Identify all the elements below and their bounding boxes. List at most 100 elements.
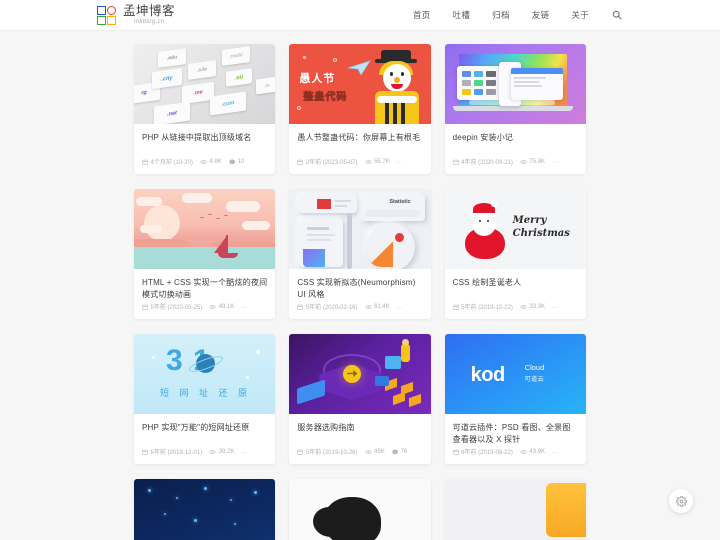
nav-about[interactable]: 关于	[571, 9, 589, 21]
search-icon[interactable]	[611, 9, 623, 21]
boat-sail	[214, 237, 226, 253]
post-card[interactable]: Statistic CSS 实现新拟态(Neumorphism) UI 风格 5…	[289, 189, 431, 319]
logo-circle-red-icon	[107, 5, 116, 15]
calendar-icon	[452, 303, 459, 310]
gear-icon	[675, 495, 687, 507]
post-comments-text: 76	[400, 448, 408, 455]
four-square-grid-logo-icon	[97, 5, 116, 25]
paper-plane-icon	[348, 60, 372, 76]
post-title[interactable]: deepin 安装小记	[453, 132, 578, 157]
post-card[interactable]: kod Cloud 可道云 可道云插件：PSD 看图、全景图查看器以及 X 探针…	[444, 334, 586, 464]
post-meta: 4个月前 (10-20) 4.8K 10	[134, 157, 275, 174]
post-card[interactable]: 愚人节 整蛊代码 愚人节整蛊代码：你屏幕上有根毛 2年前 (2023-05-07…	[289, 44, 431, 174]
post-date-text: 5年前 (2019-10-26)	[305, 450, 358, 456]
neu-divider	[347, 213, 353, 269]
post-title[interactable]: PHP 实现"万能"的短网址还原	[142, 422, 267, 447]
post-meta: 5年前 (2020-05-25) 49.1K …	[134, 302, 275, 319]
boat-mast	[226, 235, 228, 253]
post-meta-ellipsis: …	[241, 303, 248, 310]
nav-comments[interactable]: 吐槽	[453, 9, 471, 21]
post-thumbnail-deepin-laptop	[444, 44, 586, 124]
post-meta-ellipsis: …	[552, 158, 559, 165]
post-thumbnail-merry-christmas-santa: Merry Christmas	[444, 189, 586, 269]
post-card[interactable]: 3 1 短 网 址 还 原 PHP 实现"万能"的短网址还原 5年前 (2019…	[134, 334, 276, 464]
post-date-text: 5年前 (2019-12-22)	[461, 305, 513, 311]
post-views-text: 49.1K	[218, 303, 235, 310]
post-views-text: 39.2K	[218, 448, 235, 455]
post-title[interactable]: 服务器选购指南	[297, 422, 422, 447]
calendar-icon	[142, 158, 148, 165]
eye-icon	[364, 449, 372, 454]
post-title[interactable]: 愚人节整蛊代码：你屏幕上有根毛	[297, 132, 422, 157]
post-meta: 5年前 (2019-12-01) 39.2K …	[134, 447, 275, 464]
bird-1	[200, 217, 204, 219]
post-views-text: 33.3K	[529, 303, 546, 310]
eye-icon	[209, 449, 217, 454]
neu-left-card	[299, 219, 344, 267]
post-date: 5年前 (2019-12-22)	[452, 302, 513, 311]
post-date-text: 4个月前 (10-20)	[150, 160, 193, 166]
post-card[interactable]: HTML + CSS 实现一个酷炫的夜间模式切换动画 5年前 (2020-05-…	[134, 189, 276, 319]
post-card-body: 愚人节整蛊代码：你屏幕上有根毛	[289, 124, 430, 157]
calendar-icon	[297, 448, 304, 455]
sparkle-2	[256, 350, 260, 354]
post-title[interactable]: PHP 从链接中提取出顶级域名	[142, 132, 267, 157]
post-thumbnail-dark-blob	[289, 479, 431, 540]
cloud-1	[136, 197, 162, 206]
nav-home[interactable]: 首页	[413, 9, 431, 21]
post-thumbnail-orange-shape	[444, 479, 586, 540]
post-thumbnail-301-short-url: 3 1 短 网 址 还 原	[134, 334, 276, 414]
neu-top-card	[299, 195, 358, 213]
merry-line1: Merry	[512, 215, 547, 226]
post-date: 5年前 (2020-02-16)	[297, 302, 358, 311]
post-card[interactable]	[134, 479, 276, 540]
sun	[144, 205, 180, 241]
post-date: 5年前 (2019-12-01)	[142, 447, 202, 456]
post-title[interactable]: HTML + CSS 实现一个酷炫的夜间模式切换动画	[142, 277, 267, 302]
decor-circle-3	[297, 106, 302, 110]
launcher-panel	[456, 66, 501, 100]
post-card[interactable]: Merry Christmas CSS 绘制圣诞老人 5年前 (2019-12-…	[444, 189, 586, 319]
eye-icon	[519, 159, 527, 164]
cloud-4	[242, 221, 270, 230]
site-subtitle: mkblog.cn	[134, 19, 165, 26]
neu-stat-card: Statistic	[361, 195, 426, 221]
site-brand[interactable]: 孟坤博客 mkblog.cn	[97, 2, 176, 26]
logo-square-yellow-icon	[107, 15, 116, 25]
post-title[interactable]: CSS 绘制圣诞老人	[453, 277, 578, 302]
post-title[interactable]: CSS 实现新拟态(Neumorphism) UI 风格	[297, 277, 422, 302]
kod-chinese-text: 可道云	[524, 377, 545, 383]
post-meta-ellipsis: …	[552, 303, 559, 310]
post-card-body: PHP 从链接中提取出顶级域名	[134, 124, 275, 157]
post-views: 49.1K	[209, 304, 234, 310]
post-card[interactable]: deepin 安装小记 4年前 (2020-09-21) 75.8K …	[444, 44, 586, 174]
nav-links[interactable]: 友链	[532, 9, 550, 21]
site-title: 孟坤博客	[123, 2, 176, 18]
post-card[interactable]: rg .edu .city .site .me .mobi .eu .com .…	[134, 44, 276, 174]
post-views: 4.8K	[199, 159, 222, 165]
bird-4	[224, 215, 228, 217]
post-comments: 10	[228, 159, 244, 165]
post-title[interactable]: 可道云插件：PSD 看图、全景图查看器以及 X 探针	[453, 422, 578, 447]
floating-settings-button[interactable]	[669, 489, 693, 513]
post-meta-ellipsis: …	[241, 448, 248, 455]
post-card-body: 可道云插件：PSD 看图、全景图查看器以及 X 探针	[445, 414, 586, 447]
laptop-base	[452, 106, 573, 111]
server-card	[375, 376, 390, 386]
post-card[interactable]	[444, 479, 586, 540]
logo-square-green-icon	[97, 15, 106, 25]
bird-3	[216, 218, 220, 220]
server-person	[401, 344, 411, 362]
post-thumbnail-neumorphism-ui: Statistic	[289, 189, 431, 269]
post-card[interactable]	[289, 479, 431, 540]
cloud-5	[140, 225, 162, 233]
post-meta-ellipsis: …	[396, 303, 403, 310]
post-views: 61.4K	[364, 304, 390, 310]
clown-stripes	[385, 100, 410, 124]
post-card[interactable]: 服务器选购指南 5年前 (2019-10-26) 45K 76	[289, 334, 431, 464]
post-card-body: CSS 绘制圣诞老人	[445, 269, 586, 302]
post-date: 4个月前 (10-20)	[142, 157, 193, 166]
t301-subtitle: 短 网 址 还 原	[160, 388, 252, 398]
nav-archive[interactable]: 归档	[492, 9, 510, 21]
eye-icon	[519, 449, 527, 454]
